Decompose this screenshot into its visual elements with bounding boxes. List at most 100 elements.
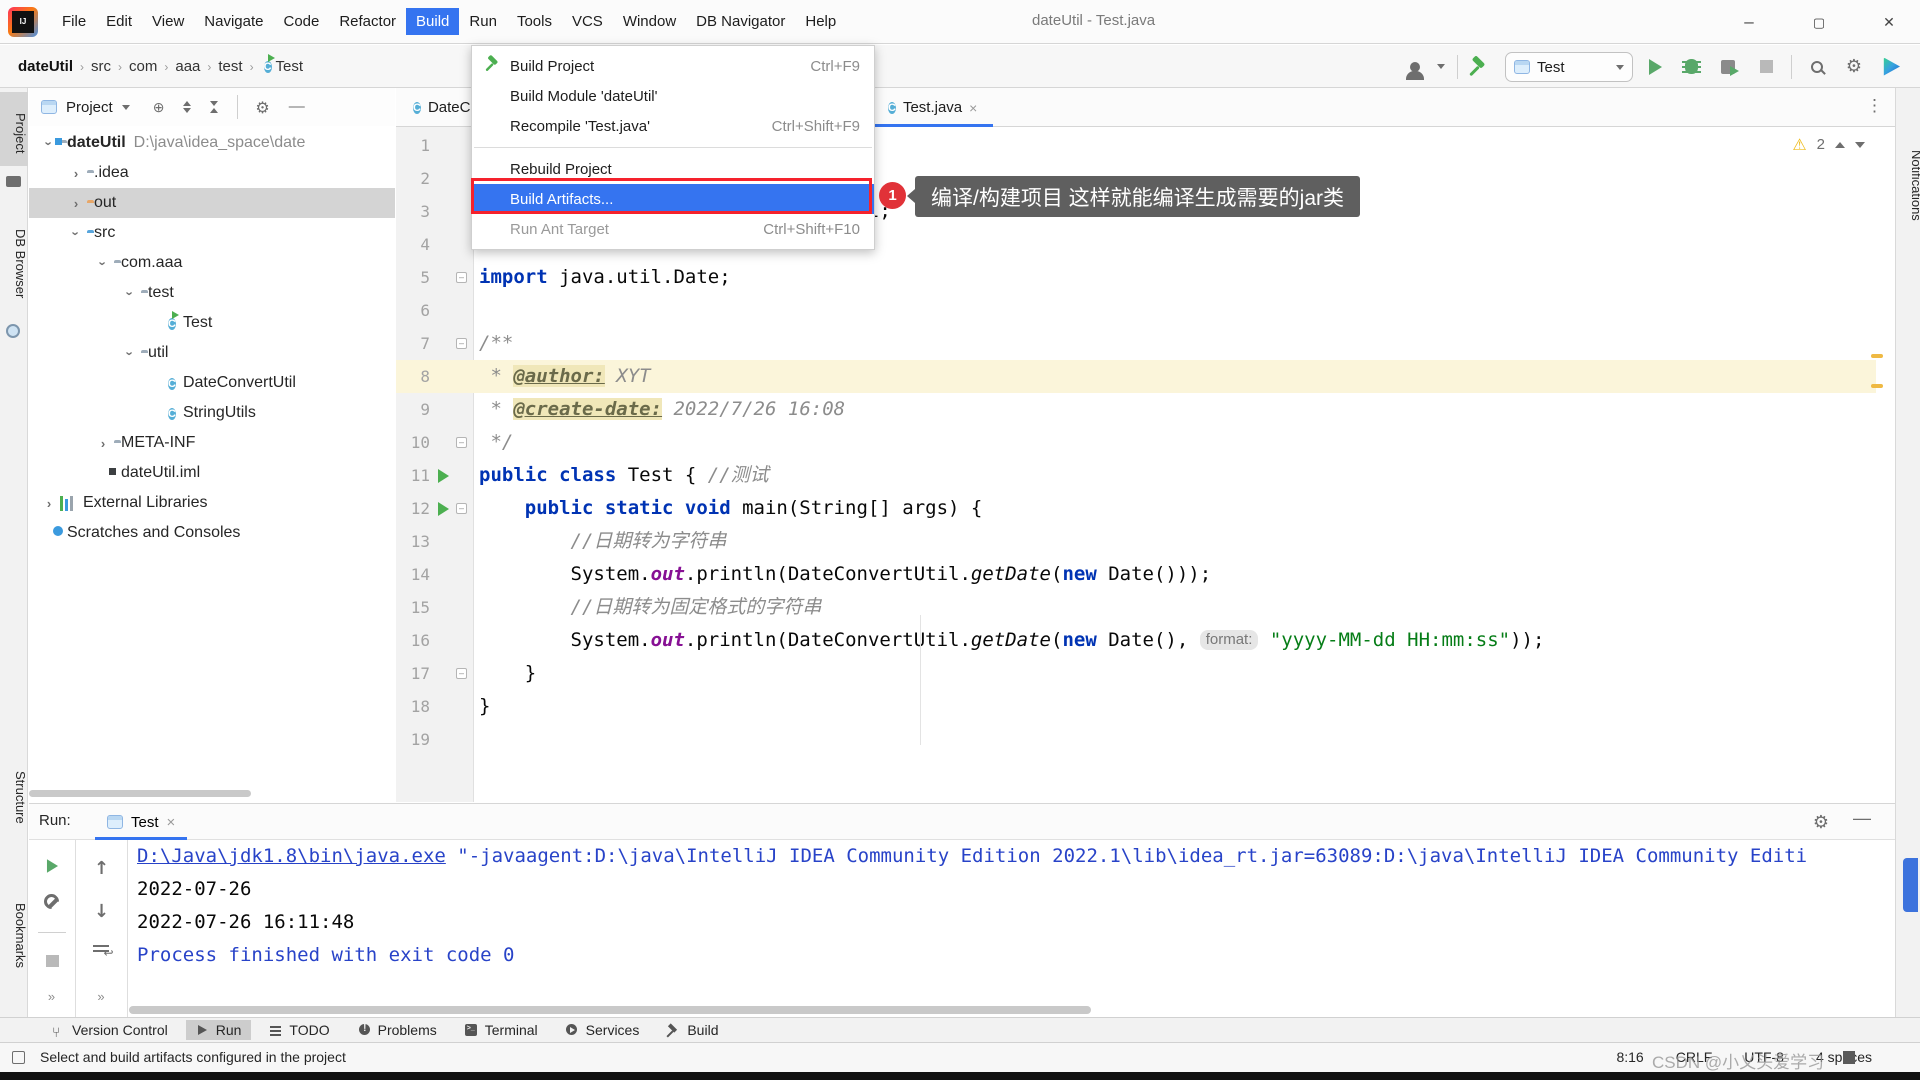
console-link[interactable]: D:\Java\jdk1.8\bin\java.exe: [137, 845, 446, 867]
more-actions-icon[interactable]: »: [48, 989, 56, 1004]
close-button[interactable]: [1866, 0, 1912, 43]
menu-tools[interactable]: Tools: [507, 8, 562, 35]
menu-refactor[interactable]: Refactor: [329, 8, 406, 35]
menu-file[interactable]: File: [52, 8, 96, 35]
build-hammer-icon[interactable]: [1466, 45, 1494, 88]
expand-all-icon[interactable]: [183, 101, 192, 113]
run-gutter-icon[interactable]: [438, 469, 449, 483]
breadcrumb-item[interactable]: src: [91, 58, 111, 75]
menu-build[interactable]: Build: [406, 8, 460, 35]
close-icon[interactable]: ×: [167, 814, 176, 831]
tree-item--idea[interactable]: › .idea: [29, 158, 395, 188]
tree-item-dateutil[interactable]: › dateUtil D:\java\idea_space\date: [29, 128, 395, 158]
tree-item-dateconvertutil[interactable]: C DateConvertUtil: [29, 368, 395, 398]
menu-item-build-project[interactable]: Build Project Ctrl+F9: [472, 51, 874, 81]
menu-window[interactable]: Window: [613, 8, 686, 35]
tree-item-src[interactable]: › src: [29, 218, 395, 248]
menu-navigate[interactable]: Navigate: [194, 8, 273, 35]
breadcrumb-item[interactable]: test: [218, 58, 242, 75]
sidebar-item-notifications[interactable]: Notifications: [1896, 130, 1920, 240]
toolwindow-button-build[interactable]: Build: [657, 1020, 728, 1040]
tab-test-java[interactable]: C Test.java ×: [875, 88, 993, 127]
edit-configuration-icon[interactable]: [44, 896, 60, 910]
sidebar-item-db-browser[interactable]: DB Browser: [0, 206, 28, 316]
stop-button[interactable]: [1756, 45, 1776, 88]
tool-window-toggle-icon[interactable]: [12, 1051, 25, 1064]
fold-icon[interactable]: –: [456, 437, 467, 448]
tree-item-scratches-and-consoles[interactable]: Scratches and Consoles: [29, 518, 395, 548]
menu-view[interactable]: View: [142, 8, 194, 35]
tree-item-meta-inf[interactable]: › META-INF: [29, 428, 395, 458]
tree-item-out[interactable]: › out: [29, 188, 395, 218]
menu-db-navigator[interactable]: DB Navigator: [686, 8, 795, 35]
coverage-button[interactable]: [1718, 45, 1739, 88]
user-icon[interactable]: [1402, 45, 1428, 88]
console-horizontal-scrollbar[interactable]: [129, 1006, 1091, 1014]
menu-vcs[interactable]: VCS: [562, 8, 613, 35]
chevron-down-icon[interactable]: ›: [123, 285, 138, 301]
toolwindow-button-version-control[interactable]: Version Control: [42, 1020, 178, 1040]
locate-file-icon[interactable]: ⊕: [153, 99, 165, 116]
breadcrumb-item[interactable]: Test: [276, 58, 304, 75]
more-options-icon[interactable]: ⋮: [1866, 96, 1883, 116]
tree-item-dateutil-iml[interactable]: dateUtil.iml: [29, 458, 395, 488]
chevron-down-icon[interactable]: ›: [123, 345, 138, 361]
sidebar-item-bookmarks[interactable]: Bookmarks: [0, 888, 28, 984]
chevron-right-icon[interactable]: ›: [41, 496, 57, 511]
maximize-button[interactable]: [1796, 0, 1842, 43]
menu-run[interactable]: Run: [459, 8, 507, 35]
settings-gear-icon[interactable]: ⚙: [1842, 45, 1866, 88]
inspections-widget[interactable]: ⚠ 2: [1792, 135, 1865, 154]
run-tab[interactable]: Test ×: [95, 804, 188, 840]
hide-run-panel-icon[interactable]: —: [1853, 808, 1871, 829]
close-icon[interactable]: ×: [969, 100, 977, 116]
up-stack-trace-icon[interactable]: ↑: [94, 858, 109, 879]
tree-item-stringutils[interactable]: C StringUtils: [29, 398, 395, 428]
scrollbar-warning-mark[interactable]: [1871, 354, 1883, 358]
tree-item-test[interactable]: › test: [29, 278, 395, 308]
next-problem-icon[interactable]: [1855, 141, 1865, 148]
project-panel-title[interactable]: Project: [66, 99, 113, 116]
breadcrumb-item[interactable]: aaa: [175, 58, 200, 75]
tree-item-util[interactable]: › util: [29, 338, 395, 368]
fold-icon[interactable]: –: [456, 338, 467, 349]
breadcrumb-item[interactable]: com: [129, 58, 157, 75]
menu-item-run-ant-target[interactable]: Run Ant Target Ctrl+Shift+F10: [472, 214, 874, 244]
chevron-down-icon[interactable]: [121, 104, 130, 110]
fold-icon[interactable]: –: [456, 272, 467, 283]
prev-problem-icon[interactable]: [1835, 141, 1845, 148]
toolwindow-button-services[interactable]: Services: [556, 1020, 650, 1040]
run-settings-gear-icon[interactable]: ⚙: [1813, 812, 1829, 833]
run-console[interactable]: D:\Java\jdk1.8\bin\java.exe "-javaagent:…: [129, 840, 1895, 1018]
sidebar-item-structure[interactable]: Structure: [0, 756, 28, 838]
chevron-right-icon[interactable]: ›: [95, 436, 111, 451]
toolwindow-button-terminal[interactable]: Terminal: [455, 1020, 548, 1040]
run-gutter-icon[interactable]: [438, 502, 449, 516]
menu-item-recompile-test-java-[interactable]: Recompile 'Test.java' Ctrl+Shift+F9: [472, 111, 874, 141]
project-horizontal-scrollbar[interactable]: [29, 790, 251, 797]
search-everywhere-icon[interactable]: [1806, 45, 1828, 88]
menu-code[interactable]: Code: [273, 8, 329, 35]
sidebar-item-project[interactable]: Project: [0, 92, 28, 166]
collapse-all-icon[interactable]: [210, 101, 219, 113]
chevron-down-icon[interactable]: ›: [96, 255, 111, 271]
panel-settings-gear-icon[interactable]: ⚙: [255, 98, 269, 117]
tree-item-test[interactable]: C Test: [29, 308, 395, 338]
toolwindow-button-todo[interactable]: TODO: [259, 1020, 339, 1040]
run-configuration-select[interactable]: Test: [1505, 52, 1633, 82]
floating-widget[interactable]: [1903, 858, 1918, 912]
chevron-right-icon[interactable]: ›: [68, 166, 84, 181]
fold-icon[interactable]: –: [456, 503, 467, 514]
down-stack-trace-icon[interactable]: ↓: [94, 901, 109, 922]
code-with-me-icon[interactable]: [1880, 45, 1902, 88]
minimize-button[interactable]: [1726, 0, 1772, 43]
breadcrumb-item[interactable]: dateUtil: [18, 58, 73, 75]
stop-process-button[interactable]: [45, 955, 59, 968]
toolwindow-button-problems[interactable]: Problems: [348, 1020, 447, 1040]
scrollbar-warning-mark[interactable]: [1871, 384, 1883, 388]
debug-button[interactable]: [1681, 45, 1701, 88]
hide-panel-icon[interactable]: —: [289, 98, 305, 116]
menu-edit[interactable]: Edit: [96, 8, 142, 35]
chevron-right-icon[interactable]: ›: [68, 196, 84, 211]
soft-wrap-icon[interactable]: [92, 944, 114, 960]
